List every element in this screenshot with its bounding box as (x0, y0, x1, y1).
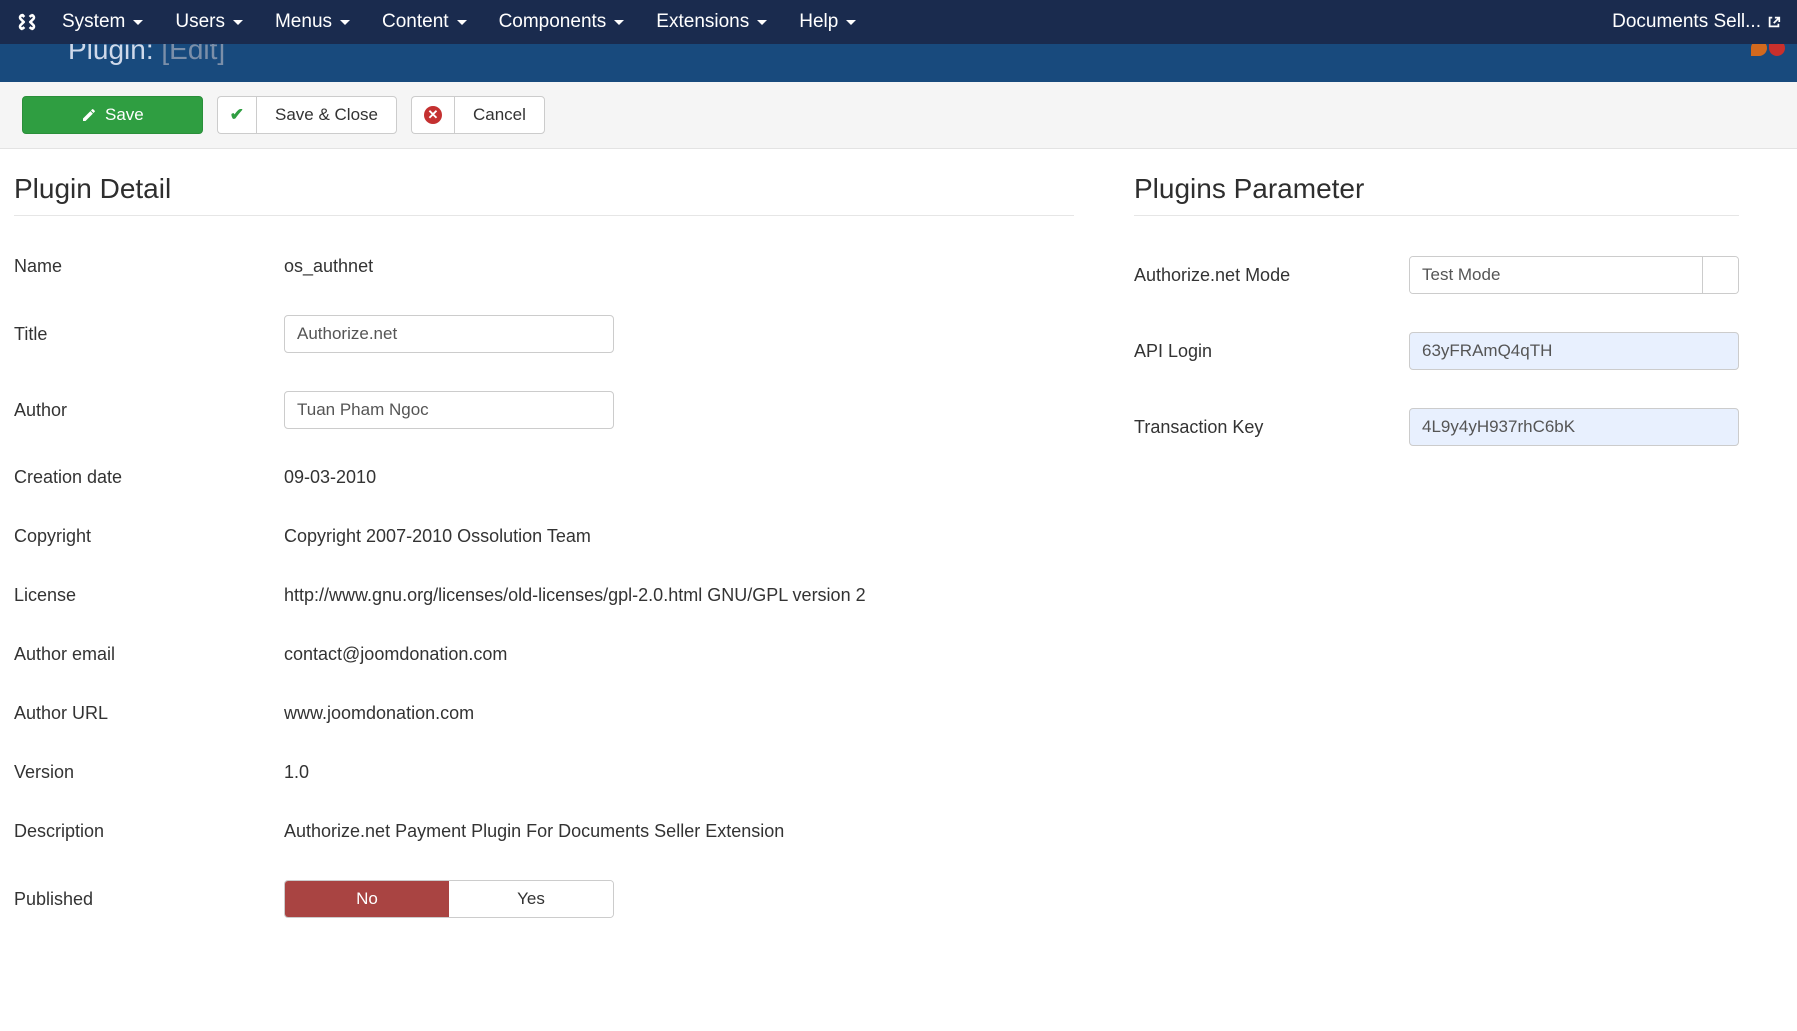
cancel-button[interactable]: Cancel (454, 96, 545, 134)
label-creation-date: Creation date (14, 467, 284, 488)
caret-down-icon (846, 20, 856, 25)
label-author-email: Author email (14, 644, 284, 665)
label-title: Title (14, 324, 284, 345)
top-navbar: System Users Menus Content Components Ex… (0, 0, 1797, 44)
toolbar: Save ✔ Save & Close ✕ Cancel (0, 82, 1797, 149)
pencil-icon (81, 107, 97, 123)
row-api-login: API Login (1134, 332, 1739, 370)
title-input[interactable] (284, 315, 614, 353)
save-close-icon-button[interactable]: ✔ (217, 96, 256, 134)
close-icon: ✕ (424, 106, 442, 124)
row-published: Published No Yes (14, 880, 1074, 918)
label-published: Published (14, 889, 284, 910)
row-version: Version 1.0 (14, 762, 1074, 783)
page-header: Plugin: [Edit] (0, 44, 1797, 82)
row-copyright: Copyright Copyright 2007-2010 Ossolution… (14, 526, 1074, 547)
nav-users[interactable]: Users (175, 11, 243, 33)
caret-down-icon (457, 20, 467, 25)
value-author-email: contact@joomdonation.com (284, 644, 507, 665)
transaction-key-input[interactable] (1409, 408, 1739, 446)
caret-down-icon (614, 20, 624, 25)
nav-menus[interactable]: Menus (275, 11, 350, 33)
cancel-icon-button[interactable]: ✕ (411, 96, 454, 134)
check-icon: ✔ (230, 105, 244, 125)
joomla-icon[interactable] (16, 11, 38, 33)
row-name: Name os_authnet (14, 256, 1074, 277)
value-creation-date: 09-03-2010 (284, 467, 376, 488)
plugin-detail-section: Plugin Detail Name os_authnet Title Auth… (14, 173, 1074, 956)
label-license: License (14, 585, 284, 606)
label-description: Description (14, 821, 284, 842)
row-description: Description Authorize.net Payment Plugin… (14, 821, 1074, 842)
content: Plugin Detail Name os_authnet Title Auth… (0, 149, 1797, 1016)
label-transaction-key: Transaction Key (1134, 417, 1409, 438)
value-author-url: www.joomdonation.com (284, 703, 474, 724)
nav-system[interactable]: System (62, 11, 143, 33)
site-link[interactable]: Documents Sell... (1612, 11, 1781, 33)
published-toggle[interactable]: No Yes (284, 880, 614, 918)
joomla-logo (1751, 44, 1785, 56)
nav-components[interactable]: Components (499, 11, 625, 33)
label-api-login: API Login (1134, 341, 1409, 362)
section-title-detail: Plugin Detail (14, 173, 1074, 216)
chevron-down-icon (1702, 257, 1738, 293)
label-mode: Authorize.net Mode (1134, 265, 1409, 286)
row-creation-date: Creation date 09-03-2010 (14, 467, 1074, 488)
api-login-input[interactable] (1409, 332, 1739, 370)
value-copyright: Copyright 2007-2010 Ossolution Team (284, 526, 591, 547)
mode-select[interactable]: Test Mode (1409, 256, 1739, 294)
nav-content[interactable]: Content (382, 11, 467, 33)
label-name: Name (14, 256, 284, 277)
caret-down-icon (133, 20, 143, 25)
value-version: 1.0 (284, 762, 309, 783)
value-license: http://www.gnu.org/licenses/old-licenses… (284, 585, 866, 606)
value-name: os_authnet (284, 256, 373, 277)
published-yes[interactable]: Yes (449, 881, 613, 917)
save-close-button[interactable]: Save & Close (256, 96, 397, 134)
label-author: Author (14, 400, 284, 421)
caret-down-icon (233, 20, 243, 25)
joomla-mark-icon (1751, 44, 1785, 56)
row-transaction-key: Transaction Key (1134, 408, 1739, 446)
author-input[interactable] (284, 391, 614, 429)
label-author-url: Author URL (14, 703, 284, 724)
row-mode: Authorize.net Mode Test Mode (1134, 256, 1739, 294)
caret-down-icon (340, 20, 350, 25)
plugins-parameter-section: Plugins Parameter Authorize.net Mode Tes… (1134, 173, 1739, 956)
label-copyright: Copyright (14, 526, 284, 547)
label-version: Version (14, 762, 284, 783)
row-author: Author (14, 391, 1074, 429)
published-no[interactable]: No (285, 881, 449, 917)
row-author-url: Author URL www.joomdonation.com (14, 703, 1074, 724)
row-author-email: Author email contact@joomdonation.com (14, 644, 1074, 665)
page-title: Plugin: [Edit] (68, 44, 225, 66)
save-button[interactable]: Save (22, 96, 203, 134)
section-title-params: Plugins Parameter (1134, 173, 1739, 216)
mode-select-value: Test Mode (1410, 257, 1702, 293)
nav-help[interactable]: Help (799, 11, 856, 33)
nav-extensions[interactable]: Extensions (656, 11, 767, 33)
value-description: Authorize.net Payment Plugin For Documen… (284, 821, 784, 842)
row-title: Title (14, 315, 1074, 353)
caret-down-icon (757, 20, 767, 25)
row-license: License http://www.gnu.org/licenses/old-… (14, 585, 1074, 606)
external-link-icon (1767, 15, 1781, 29)
